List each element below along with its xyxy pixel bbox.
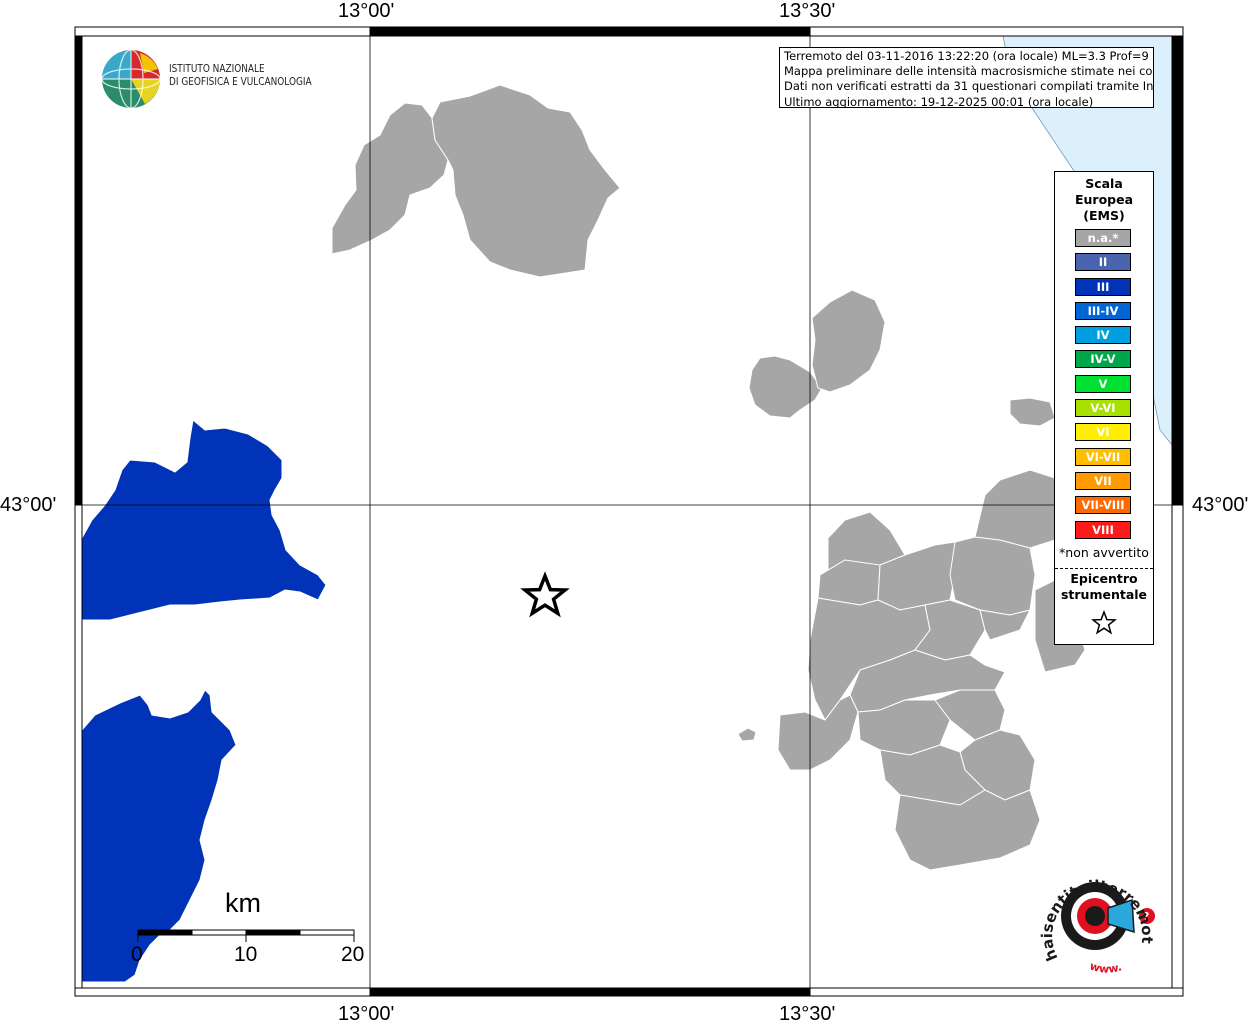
municipalities-not-felt	[331, 84, 1086, 871]
municipality-coast-tiny	[1009, 397, 1056, 427]
legend-item: IV	[1075, 326, 1131, 345]
municipality-south-east-4	[949, 536, 1036, 616]
ingv-logo	[100, 47, 164, 115]
legend-item: VI-VII	[1075, 447, 1131, 466]
municipality-isolated-small	[737, 727, 757, 742]
scale-tick-0: 0	[131, 943, 143, 966]
hst-www: www.	[1088, 959, 1123, 975]
info-line-2: Mappa preliminare delle intensità macros…	[784, 64, 1154, 79]
legend-item: IV-V	[1075, 350, 1131, 369]
legend-item: n.a.*	[1075, 229, 1131, 247]
legend-item: III-IV	[1075, 301, 1131, 320]
star-outline-icon	[1091, 610, 1117, 635]
municipality-east-oval	[811, 289, 886, 393]
legend-note: *non avvertito	[1059, 545, 1149, 560]
municipality-west-upper	[81, 419, 327, 621]
legend-item: III	[1075, 277, 1131, 296]
speaker-target-icon: ? haisentitoilterremoto.it www.	[1025, 844, 1157, 976]
legend-items: n.a.* II III III-IV IV IV-V V V-VI VI VI-VII VII VI…	[1075, 229, 1131, 545]
ingv-name: ISTITUTO NAZIONALE DI GEOFISICA E VULCAN…	[169, 63, 312, 89]
coord-bottom-1330: 13°30'	[779, 1003, 836, 1025]
municipality-west-lower	[81, 689, 237, 983]
municipalities-intensity-III	[81, 419, 327, 983]
coord-top-1300: 13°00'	[338, 0, 395, 22]
ingv-name-line2: DI GEOFISICA E VULCANOLOGIA	[169, 76, 312, 88]
coord-bottom-1300: 13°00'	[338, 1003, 395, 1025]
municipality-east-small	[748, 355, 823, 419]
legend-item: II	[1075, 253, 1131, 272]
legend-item: VI	[1075, 423, 1131, 442]
municipality-south-east-16	[894, 789, 1041, 871]
scale-bar	[137, 929, 355, 942]
legend-epicenter-line1: Epicentro	[1070, 571, 1138, 586]
municipality-north-center	[431, 84, 621, 278]
legend-title-line3: (EMS)	[1083, 208, 1125, 223]
municipality-south-east-5	[974, 469, 1056, 549]
legend-item: V-VI	[1075, 399, 1131, 418]
ingv-name-line1: ISTITUTO NAZIONALE	[169, 63, 265, 75]
scale-unit: km	[225, 888, 261, 918]
municipality-south-east-2	[817, 559, 881, 606]
scale-tick-10: 10	[234, 943, 258, 966]
legend-item: VII	[1075, 471, 1131, 490]
ems-legend: Scala Europea (EMS) n.a.* II III III-IV IV IV…	[1054, 171, 1154, 645]
epicenter-star-icon	[520, 571, 570, 618]
legend-title-line1: Scala	[1085, 176, 1123, 191]
info-line-4: Ultimo aggiornamento: 19-12-2025 00:01 (…	[784, 94, 1094, 108]
event-info-box: Terremoto del 03-11-2016 13:22:20 (ora l…	[779, 47, 1154, 108]
legend-epicenter-label: Epicentro strumentale	[1055, 571, 1153, 603]
legend-title: Scala Europea (EMS)	[1055, 176, 1153, 224]
haisentito-logo: ? haisentitoilterremoto.it www.	[1025, 844, 1170, 987]
legend-item: VIII	[1075, 520, 1131, 539]
info-line-1: Terremoto del 03-11-2016 13:22:20 (ora l…	[784, 49, 1154, 63]
legend-title-line2: Europea	[1074, 192, 1134, 207]
coord-left-4300: 43°00'	[0, 494, 57, 516]
legend-item: VII-VIII	[1075, 496, 1131, 515]
ingv-globe-icon	[101, 49, 161, 109]
municipality-north-west	[331, 102, 449, 255]
legend-item: V	[1075, 374, 1131, 393]
coord-right-4300: 43°00'	[1192, 494, 1249, 516]
coord-top-1330: 13°30'	[779, 0, 836, 22]
municipality-south-east-9	[979, 609, 1031, 641]
scale-tick-20: 20	[341, 943, 365, 966]
legend-divider	[1055, 568, 1153, 569]
info-line-3: Dati non verificati estratti da 31 quest…	[784, 79, 1154, 94]
legend-epicenter-line2: strumentale	[1060, 587, 1148, 602]
